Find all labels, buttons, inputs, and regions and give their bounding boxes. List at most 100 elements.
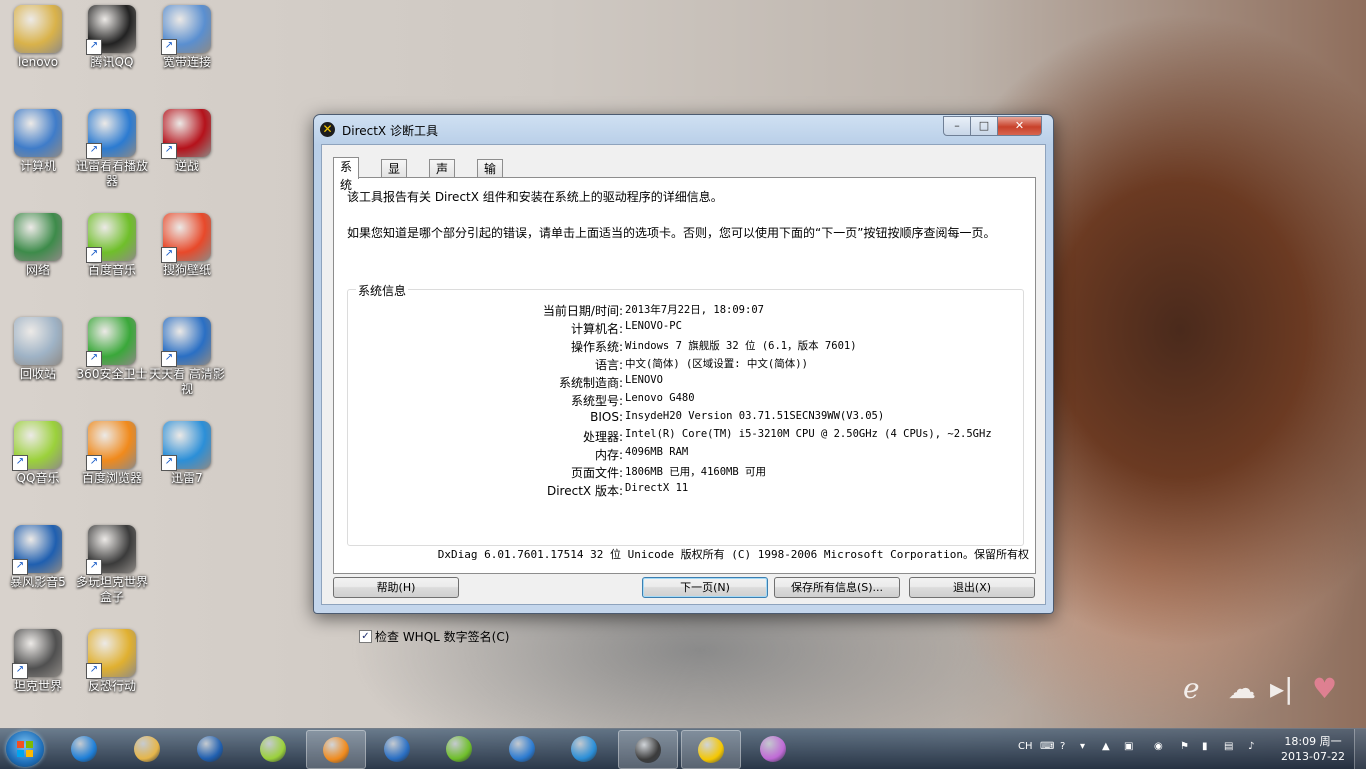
action-center-flag-icon[interactable]: ⚑ [1180, 741, 1189, 752]
shortcut-arrow-icon: ↗ [86, 351, 102, 367]
close-button[interactable]: ✕ [997, 116, 1042, 136]
taskbar-button[interactable] [744, 730, 802, 767]
desktop-icon-label: 腾讯QQ [90, 55, 134, 69]
system-info-group: 系统信息 当前日期/时间: 2013年7月22日, 18:09:07 计算机名: LE… [347, 282, 1024, 644]
show-hidden-icons-icon[interactable]: ▲ [1102, 741, 1110, 752]
help-icon[interactable]: ? [1060, 741, 1065, 752]
taskbar-button[interactable] [368, 730, 426, 767]
system-info-value: 4096MB RAM [625, 446, 689, 458]
minimize-button[interactable]: – [943, 116, 971, 136]
windows-logo-icon [17, 741, 33, 757]
system-info-label: DirectX 版本: [546, 484, 623, 498]
desktop-icon[interactable]: lenovo [0, 5, 76, 70]
tab-system[interactable]: 系统 [333, 157, 360, 192]
taskbar-button[interactable] [430, 730, 488, 767]
taskbar-button[interactable] [118, 730, 176, 767]
volume-icon[interactable]: ♪ [1248, 741, 1254, 752]
language-indicator[interactable]: CH [1018, 741, 1033, 752]
desktop-icon-label: 坦克世界 [13, 679, 62, 693]
desktop-icon[interactable]: ↗ 暴风影音5 [0, 525, 76, 590]
system-info-value: LENOVO [625, 374, 663, 386]
whql-checkbox[interactable]: ✓ [359, 630, 372, 643]
system-info-row: 语言: 中文(简体) (区域设置: 中文(简体)) [348, 356, 1023, 374]
desktop-icon[interactable]: ↗ 天天看 高清影视 [149, 317, 225, 397]
desktop-icon[interactable]: 计算机 [0, 109, 76, 174]
exit-button[interactable]: 退出(X) [909, 577, 1035, 598]
dxdiag-window: ✕ DirectX 诊断工具 – □ ✕ 系统 显示 声音 输入 该工具报告有关… [313, 114, 1054, 644]
desktop-icon[interactable]: ↗ 宽带连接 [149, 5, 225, 70]
ime-icon[interactable]: ▾ [1080, 741, 1085, 752]
app-tray-icon[interactable]: ▣ [1124, 741, 1133, 752]
desktop-icon[interactable]: ↗ 逆战 [149, 109, 225, 174]
desktop-icon[interactable]: 回收站 [0, 317, 76, 382]
desktop-icon-label: 百度音乐 [87, 263, 136, 277]
desktop-icon[interactable]: ↗ 迅雷7 [149, 421, 225, 486]
system-info-row: 当前日期/时间: 2013年7月22日, 18:09:07 [348, 302, 1023, 320]
system-info-value: DirectX 11 [625, 482, 689, 494]
desktop-icon-label: 迅雷看看播放器 [75, 159, 148, 188]
maximize-button[interactable]: □ [970, 116, 998, 136]
next-page-button[interactable]: 下一页(N) [642, 577, 768, 598]
desktop-icon[interactable]: ↗ QQ音乐 [0, 421, 76, 486]
baofeng-icon [197, 736, 223, 762]
system-info-label: 操作系统: [570, 340, 623, 354]
desktop-icon-label: 暴风影音5 [10, 575, 66, 589]
desktop-icon[interactable]: ↗ 360安全卫士 [74, 317, 150, 382]
desktop-icon[interactable]: ↗ 搜狗壁纸 [149, 213, 225, 278]
help-button[interactable]: 帮助(H) [333, 577, 459, 598]
desktop-icon[interactable]: ↗ 多玩坦克世界盒子 [74, 525, 150, 605]
desktop-icon[interactable]: ↗ 百度音乐 [74, 213, 150, 278]
taskbar-button[interactable] [244, 730, 302, 767]
computer-icon [14, 109, 62, 157]
sogou-wallpaper-icon: ↗ [161, 213, 211, 263]
save-all-button[interactable]: 保存所有信息(S)... [774, 577, 900, 598]
taskbar-button[interactable] [555, 730, 613, 767]
system-info-value: Lenovo G480 [625, 392, 695, 404]
network-tray-icon[interactable]: ▤ [1224, 741, 1233, 752]
shortcut-arrow-icon: ↗ [161, 455, 177, 471]
shortcut-arrow-icon: ↗ [86, 39, 102, 55]
taskbar-button[interactable] [306, 730, 366, 769]
start-button[interactable] [6, 731, 44, 767]
keyboard-icon[interactable]: ⌨ [1040, 741, 1054, 752]
tank-box-icon: ↗ [86, 525, 136, 575]
system-info-label: 处理器: [582, 430, 623, 444]
desktop-icon[interactable]: ↗ 百度浏览器 [74, 421, 150, 486]
paint-icon [760, 736, 786, 762]
show-desktop-button[interactable] [1354, 729, 1366, 769]
explorer-icon [134, 736, 160, 762]
desktop-icon[interactable]: 网络 [0, 213, 76, 278]
tab-sound[interactable]: 声音 [429, 159, 456, 194]
desktop-icon[interactable]: ↗ 坦克世界 [0, 629, 76, 694]
title-bar[interactable]: ✕ DirectX 诊断工具 – □ ✕ [314, 115, 1053, 143]
security-tray-icon[interactable]: ◉ [1154, 741, 1163, 752]
tab-input[interactable]: 输入 [477, 159, 504, 194]
taskbar-button[interactable] [618, 730, 678, 769]
desktop-icon-label: 宽带连接 [162, 55, 211, 69]
desktop-icon-label: 计算机 [19, 159, 56, 173]
taskbar-button[interactable] [55, 730, 113, 767]
desktop-icon-label: 反恐行动 [87, 679, 136, 693]
desktop-icon-label: 逆战 [174, 159, 199, 173]
taskbar-button[interactable] [493, 730, 551, 767]
intro-text-2: 如果您知道是哪个部分引起的错误，请单击上面适当的选项卡。否则，您可以使用下面的“… [347, 226, 996, 240]
tab-display[interactable]: 显示 [381, 159, 408, 194]
qq-penguin-icon: ↗ [86, 5, 136, 55]
whql-label[interactable]: 检查 WHQL 数字签名(C) [375, 628, 509, 645]
taskbar-button[interactable] [181, 730, 239, 767]
desktop-icon-label: 回收站 [19, 367, 56, 381]
shortcut-arrow-icon: ↗ [86, 559, 102, 575]
clock[interactable]: 18:09 周一 2013-07-22 [1278, 734, 1348, 764]
system-info-value: 中文(简体) (区域设置: 中文(简体)) [625, 358, 808, 370]
directx-icon: ✕ [320, 122, 335, 137]
system-info-label: 内存: [594, 448, 623, 462]
music-player-icon: ↗ [86, 213, 136, 263]
desktop-icon[interactable]: ↗ 迅雷看看播放器 [74, 109, 150, 189]
desktop-icon-label: 迅雷7 [171, 471, 203, 485]
system-info-value: LENOVO-PC [625, 320, 682, 332]
taskbar-button[interactable] [681, 730, 741, 769]
power-icon[interactable]: ▮ [1202, 741, 1208, 752]
desktop-icon[interactable]: ↗ 反恐行动 [74, 629, 150, 694]
desktop-icon[interactable]: ↗ 腾讯QQ [74, 5, 150, 70]
system-info-row: BIOS: InsydeH20 Version 03.71.51SECN39WW(… [348, 410, 1023, 428]
